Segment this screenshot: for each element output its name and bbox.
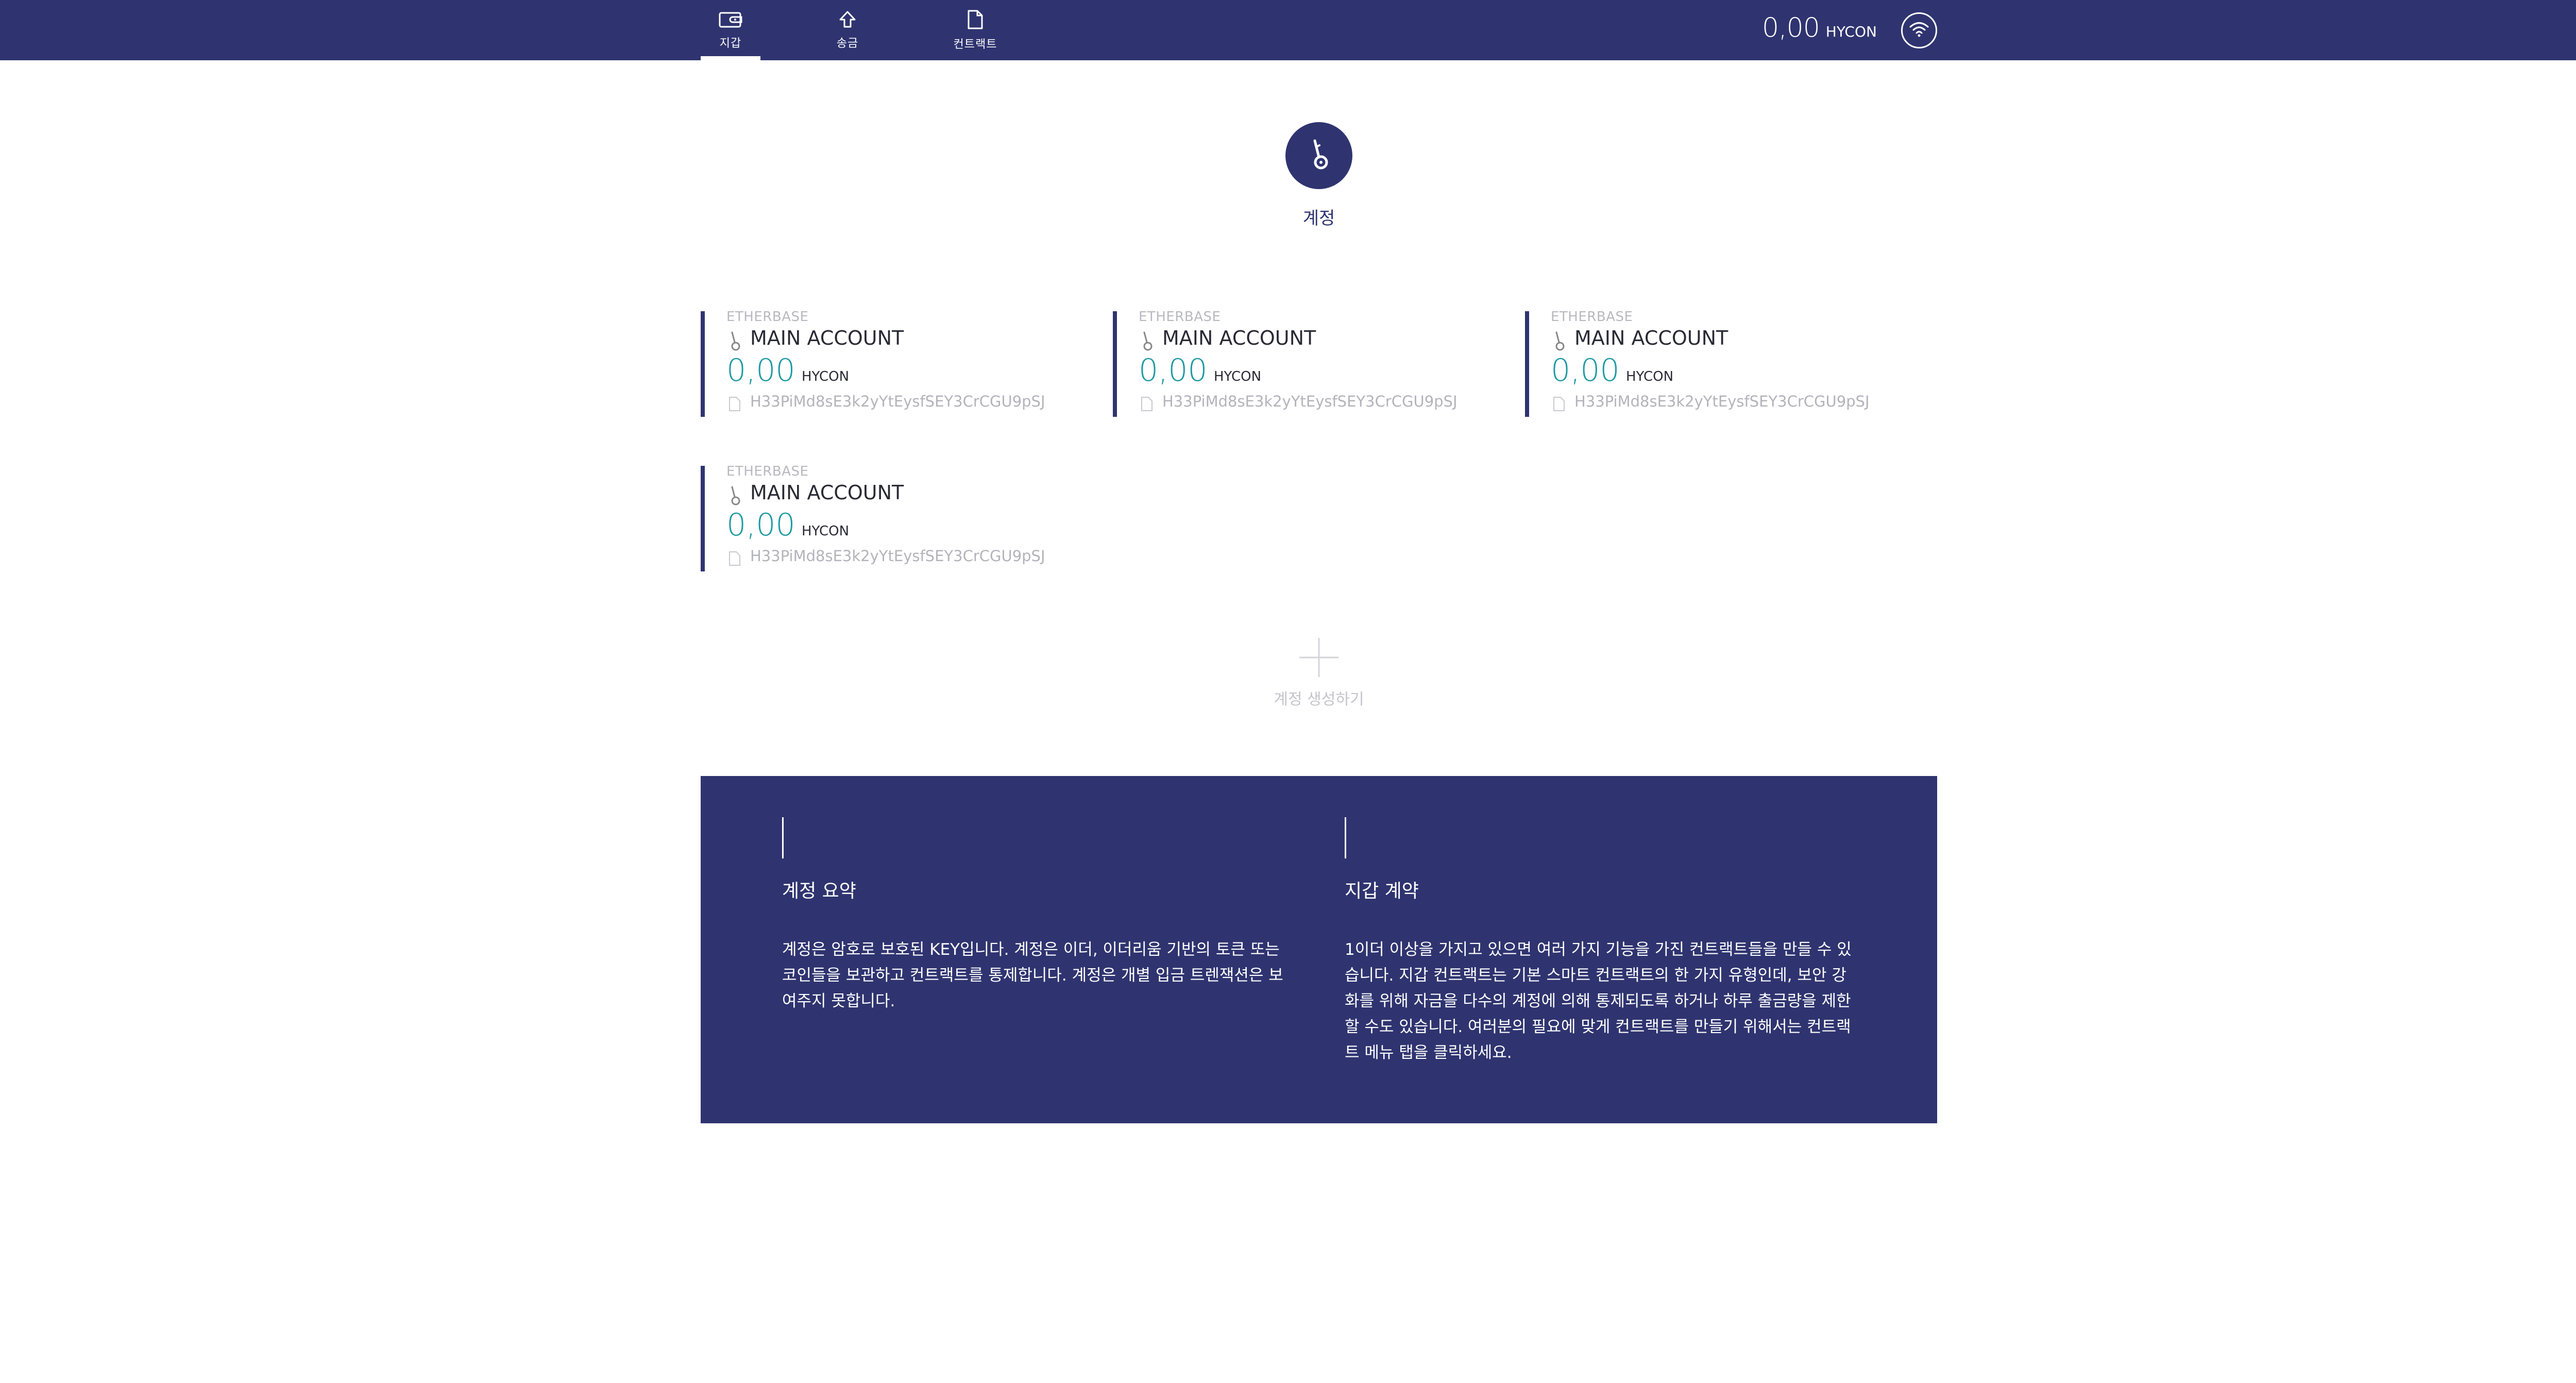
account-name: MAIN ACCOUNT: [750, 481, 904, 504]
copy-address-icon[interactable]: [728, 396, 741, 414]
etherbase-badge: ETHERBASE: [726, 309, 809, 325]
document-icon: [967, 9, 984, 32]
wallet-contract-text: 1이더 이상을 가지고 있으면 여러 가지 기능을 가진 컨트랙트들을 만들 수…: [1345, 940, 1852, 1062]
etherbase-badge: ETHERBASE: [1139, 309, 1221, 325]
key-icon: [1140, 331, 1155, 353]
account-balance: 0,00: [1551, 352, 1620, 389]
total-balance: 0,00 HYCON: [1762, 12, 1877, 43]
tab-send-label: 송금: [836, 37, 859, 50]
key-icon: [727, 485, 743, 508]
section-divider: [1345, 817, 1346, 858]
copy-address-icon[interactable]: [728, 551, 741, 568]
create-account-label[interactable]: 계정 생성하기: [1216, 686, 1422, 709]
wallet-contract-title: 지갑 계약: [1345, 881, 1419, 902]
tab-send[interactable]: 송금: [822, 0, 873, 60]
wallet-icon: [718, 10, 743, 31]
account-card[interactable]: ETHERBASE MAIN ACCOUNT 0,00 HYCON H33PiM…: [1113, 309, 1484, 417]
copy-address-icon[interactable]: [1141, 396, 1153, 414]
account-summary-section: 계정 요약 계정은 암호로 보호된 KEY입니다. 계정은 이더, 이더리움 기…: [782, 817, 1297, 1014]
tab-wallet[interactable]: 지갑: [701, 0, 760, 60]
account-name: MAIN ACCOUNT: [750, 327, 904, 349]
create-account-button[interactable]: [1297, 636, 1341, 679]
account-balance-unit: HYCON: [802, 524, 850, 539]
account-address: H33PiMd8sE3k2yYtEysfSEY3CrCGU9pSJ: [1162, 393, 1458, 410]
copy-address-icon[interactable]: [1553, 396, 1565, 414]
section-divider: [782, 817, 784, 858]
account-balance-unit: HYCON: [1626, 369, 1674, 384]
key-icon: [727, 331, 743, 353]
wallet-contract-section: 지갑 계약 1이더 이상을 가지고 있으면 여러 가지 기능을 가진 컨트랙트들…: [1345, 817, 1860, 1066]
tab-contract-label: 컨트랙트: [953, 38, 997, 51]
account-balance-unit: HYCON: [1214, 369, 1262, 384]
top-navigation-bar: 지갑 송금 컨트랙트 0,00 HYCON: [0, 0, 2576, 60]
send-arrow-icon: [839, 10, 856, 31]
account-card[interactable]: ETHERBASE MAIN ACCOUNT 0,00 HYCON H33PiM…: [1525, 309, 1896, 417]
page-title: 계정: [1302, 208, 1335, 229]
account-card[interactable]: ETHERBASE MAIN ACCOUNT 0,00 HYCON H33PiM…: [701, 464, 1072, 571]
account-address: H33PiMd8sE3k2yYtEysfSEY3CrCGU9pSJ: [750, 393, 1045, 410]
account-summary-text: 계정은 암호로 보호된 KEY입니다. 계정은 이더, 이더리움 기반의 토큰 …: [782, 940, 1283, 1010]
network-status-button[interactable]: [1901, 12, 1937, 48]
account-address: H33PiMd8sE3k2yYtEysfSEY3CrCGU9pSJ: [1574, 393, 1870, 410]
balance-amount: 0,00: [1762, 12, 1820, 43]
plus-icon: [1297, 638, 1341, 681]
account-name: MAIN ACCOUNT: [1574, 327, 1728, 349]
account-summary-title: 계정 요약: [782, 881, 856, 902]
account-balance: 0,00: [726, 352, 795, 389]
account-card[interactable]: ETHERBASE MAIN ACCOUNT 0,00 HYCON H33PiM…: [701, 309, 1072, 417]
account-key-badge: [1285, 122, 1352, 189]
wifi-icon: [1909, 21, 1929, 40]
account-name: MAIN ACCOUNT: [1162, 327, 1316, 349]
info-panel: 계정 요약 계정은 암호로 보호된 KEY입니다. 계정은 이더, 이더리움 기…: [701, 776, 1937, 1123]
account-balance: 0,00: [1139, 352, 1208, 389]
balance-unit: HYCON: [1825, 23, 1877, 40]
tab-wallet-label: 지갑: [719, 37, 742, 50]
etherbase-badge: ETHERBASE: [726, 464, 809, 479]
account-balance: 0,00: [726, 507, 795, 543]
account-balance-unit: HYCON: [802, 369, 850, 384]
etherbase-badge: ETHERBASE: [1551, 309, 1633, 325]
account-address: H33PiMd8sE3k2yYtEysfSEY3CrCGU9pSJ: [750, 547, 1045, 565]
tab-contract[interactable]: 컨트랙트: [947, 0, 1004, 60]
key-icon: [1552, 331, 1567, 353]
key-icon: [1303, 137, 1334, 175]
